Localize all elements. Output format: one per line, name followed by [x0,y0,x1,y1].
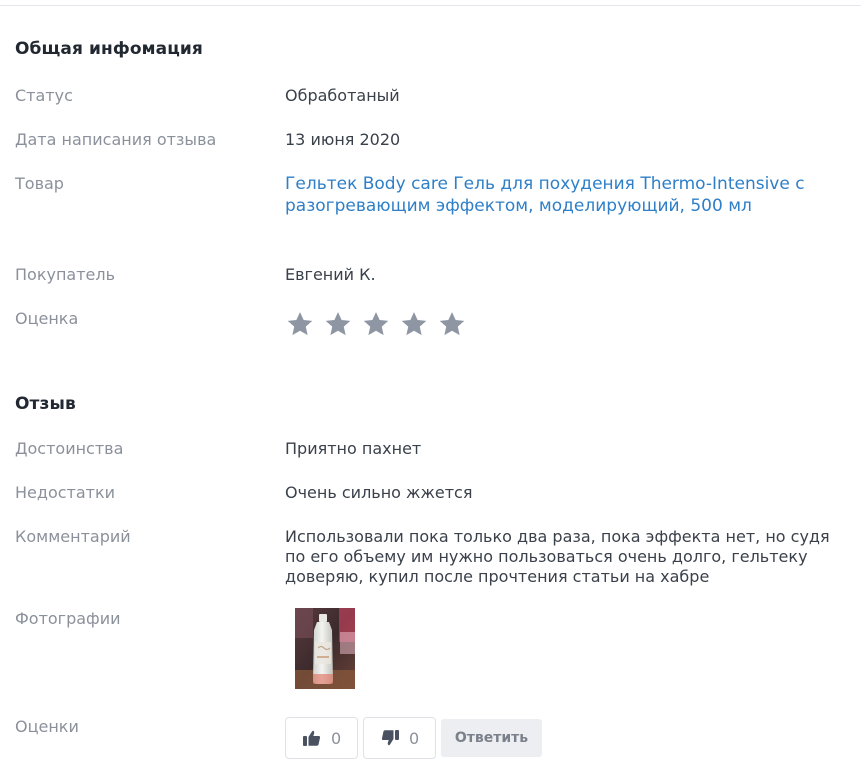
cons-label: Недостатки [15,483,116,502]
comment-label: Комментарий [15,527,131,546]
dislike-button[interactable]: 0 [363,717,436,759]
review-date-value: 13 июня 2020 [285,130,401,149]
thumbs-down-icon [381,730,399,746]
comment-value: Использовали пока только два раза, пока … [285,527,830,586]
star-icon [325,312,351,336]
like-button[interactable]: 0 [285,717,358,759]
product-label: Товар [15,174,64,193]
top-divider [0,5,861,6]
reply-button[interactable]: Ответить [441,719,542,757]
star-icon [287,312,313,336]
buyer-label: Покупатель [15,265,116,284]
star-icon [363,312,389,336]
buyer-value: Евгений К. [285,265,376,284]
status-value: Обработаный [285,86,400,105]
votes-label: Оценки [15,717,79,736]
star-icon [439,312,465,336]
pros-value: Приятно пахнет [285,439,422,458]
product-bottle-photo [295,608,355,689]
like-count: 0 [331,728,342,748]
rating-stars [285,309,467,339]
product-link[interactable]: Гельтек Body care Гель для похудения The… [285,173,805,217]
review-date-label: Дата написания отзыва [15,130,217,149]
dislike-count: 0 [409,728,420,748]
review-title: Отзыв [15,394,76,414]
cons-value: Очень сильно жжется [285,483,473,502]
thumbs-up-icon [303,730,321,746]
rating-label: Оценка [15,309,79,328]
general-info-title: Общая инфомация [15,39,203,59]
star-icon [401,312,427,336]
status-label: Статус [15,86,73,105]
pros-label: Достоинства [15,439,124,458]
review-photo-thumbnail[interactable] [295,608,355,689]
photos-label: Фотографии [15,609,121,628]
